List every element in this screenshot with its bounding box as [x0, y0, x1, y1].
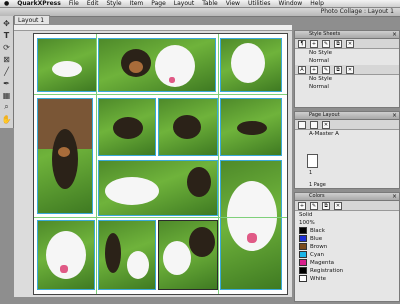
photo-dogs-close[interactable] [158, 220, 218, 290]
photo-white-dog-sitting[interactable] [220, 38, 282, 92]
zoom-icon[interactable]: ⌕ [1, 102, 12, 112]
document-page[interactable] [33, 33, 288, 295]
add-icon[interactable]: + [298, 201, 306, 210]
tool-palette: ✥ T ⟳ ⊠ ╱ ✒ ▦ ⌕ ✋ [0, 16, 14, 128]
rotate-icon[interactable]: ⟳ [1, 42, 12, 52]
character-style-no-style[interactable]: No Style [295, 75, 399, 83]
delete-icon[interactable]: ✕ [346, 39, 354, 48]
close-icon[interactable]: × [392, 193, 397, 200]
paragraph-style-icon: ¶ [298, 39, 306, 48]
color-item-magenta[interactable]: Magenta [295, 259, 399, 267]
close-icon[interactable]: × [392, 31, 397, 38]
swatch-icon [299, 243, 307, 250]
duplicate-icon[interactable]: ⧉ [322, 201, 330, 210]
photo-white-dog-portrait[interactable] [220, 160, 282, 290]
photo-black-dog-standing[interactable] [37, 98, 93, 214]
page-layout-title: Page Layout × [295, 112, 399, 120]
swatch-icon [299, 235, 307, 242]
photo-dog-rolling[interactable] [98, 98, 156, 156]
page-count: 1 Page [309, 182, 326, 188]
table-icon[interactable]: ▦ [1, 90, 12, 100]
color-item-registration[interactable]: Registration [295, 267, 399, 275]
apple-icon[interactable]: ● [4, 0, 9, 7]
menu-edit[interactable]: Edit [87, 0, 99, 7]
move-icon[interactable]: ✥ [1, 18, 12, 28]
photo-white-dog-lying[interactable] [98, 160, 218, 216]
character-style-icon: A [298, 65, 306, 74]
master-page-item[interactable]: A-Master A [295, 130, 399, 138]
edit-icon[interactable]: ✎ [322, 39, 330, 48]
edit-icon[interactable]: ✎ [310, 201, 318, 210]
window-title-bar: Photo Collage : Layout 1 [0, 8, 400, 17]
paragraph-style-normal[interactable]: Normal [295, 57, 399, 65]
photo-dog-resting[interactable] [220, 98, 282, 156]
color-item-brown[interactable]: Brown [295, 243, 399, 251]
color-item-blue[interactable]: Blue [295, 235, 399, 243]
color-item-cyan[interactable]: Cyan [295, 251, 399, 259]
menu-item[interactable]: Item [130, 0, 144, 7]
colors-toolbar: + ✎ ⧉ ✕ [295, 201, 399, 211]
swatch-icon [299, 275, 307, 282]
photo-dog-playing[interactable] [158, 98, 218, 156]
horizontal-ruler [14, 25, 292, 31]
color-item-white[interactable]: White [295, 275, 399, 283]
character-styles-toolbar: A + ✎ ⧉ ✕ [295, 65, 399, 75]
paragraph-style-no-style[interactable]: No Style [295, 49, 399, 57]
add-icon[interactable]: + [310, 39, 318, 48]
style-sheets-toolbar: ¶ + ✎ ⧉ ✕ [295, 39, 399, 49]
menu-page[interactable]: Page [151, 0, 166, 7]
tab-layout-1[interactable]: Layout 1 [14, 15, 50, 24]
colors-panel: Colors × + ✎ ⧉ ✕ Solid 100% Black Blue Br… [294, 192, 400, 302]
duplicate-icon[interactable]: ⧉ [334, 65, 342, 74]
menu-utilities[interactable]: Utilities [248, 0, 271, 7]
line-icon[interactable]: ╱ [1, 66, 12, 76]
swatch-icon [299, 259, 307, 266]
edit-icon[interactable]: ✎ [322, 65, 330, 74]
menu-bar: ● QuarkXPress File Edit Style Item Page … [0, 0, 400, 8]
menu-file[interactable]: File [69, 0, 79, 7]
swatch-icon [299, 267, 307, 274]
page-number: 1 [309, 170, 313, 176]
character-style-normal[interactable]: Normal [295, 83, 399, 91]
photo-dog-lying-1[interactable] [37, 38, 97, 92]
menu-quarkxpress[interactable]: QuarkXPress [17, 0, 61, 7]
delete-icon[interactable]: ✕ [334, 201, 342, 210]
picture-box-icon[interactable]: ⊠ [1, 54, 12, 64]
text-icon[interactable]: T [1, 30, 12, 40]
shade-field[interactable]: 100% [295, 219, 399, 227]
duplicate-icon[interactable]: ⧉ [334, 39, 342, 48]
pen-icon[interactable]: ✒ [1, 78, 12, 88]
delete-icon[interactable]: ✕ [346, 65, 354, 74]
photo-two-dogs[interactable] [98, 38, 216, 92]
color-mode-value: Solid [299, 212, 313, 218]
swatch-icon [299, 227, 307, 234]
colors-title: Colors × [295, 193, 399, 201]
blank-page-icon[interactable] [298, 120, 306, 129]
menu-table[interactable]: Table [202, 0, 218, 7]
delete-icon[interactable]: ✕ [322, 120, 330, 129]
facing-page-icon[interactable] [310, 120, 318, 129]
color-mode-select[interactable]: Solid [295, 211, 399, 219]
swatch-icon [299, 251, 307, 258]
style-sheets-title: Style Sheets × [295, 31, 399, 39]
page-thumbnail[interactable] [307, 154, 318, 168]
close-icon[interactable]: × [392, 112, 397, 119]
menu-style[interactable]: Style [107, 0, 122, 7]
menu-window[interactable]: Window [279, 0, 303, 7]
color-item-black[interactable]: Black [295, 227, 399, 235]
page-layout-panel: Page Layout × ✕ A-Master A 1 1 Page [294, 111, 400, 189]
window-title: Photo Collage : Layout 1 [320, 8, 394, 15]
photo-two-dogs-standing[interactable] [98, 220, 156, 290]
page-layout-toolbar: ✕ [295, 120, 399, 130]
menu-help[interactable]: Help [310, 0, 324, 7]
add-icon[interactable]: + [310, 65, 318, 74]
menu-layout[interactable]: Layout [174, 0, 194, 7]
photo-white-dog-closeup[interactable] [37, 220, 95, 290]
hand-icon[interactable]: ✋ [1, 114, 12, 124]
shade-value: 100% [299, 220, 315, 226]
style-sheets-panel: Style Sheets × ¶ + ✎ ⧉ ✕ No Style Normal … [294, 30, 400, 108]
menu-view[interactable]: View [226, 0, 240, 7]
